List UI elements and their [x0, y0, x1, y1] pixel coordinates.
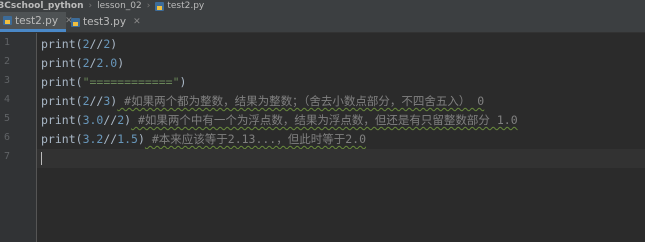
number-literal: 2 — [82, 94, 90, 108]
python-file-icon — [71, 17, 80, 27]
operator: // — [103, 113, 118, 127]
breadcrumb-folder[interactable]: lesson_02 — [97, 1, 142, 11]
paren: ( — [75, 94, 83, 108]
code-editor[interactable]: print(2//2) print(2/2.0) print("========… — [37, 33, 645, 242]
number-literal: 2.0 — [96, 56, 118, 70]
breadcrumb-file[interactable]: test2.py — [155, 1, 204, 11]
line-number: 7 — [3, 151, 10, 162]
text-caret — [41, 152, 42, 165]
breadcrumb-separator-icon: › — [88, 1, 93, 11]
function-name: print — [41, 132, 76, 146]
breadcrumb-folder-label: lesson_02 — [97, 1, 142, 11]
paren: ) — [110, 37, 118, 51]
comment: #如果两个中有一个为浮点数，结果为浮点数，但还是有只留整数部分 1.0 — [131, 113, 518, 127]
number-literal: 1.5 — [117, 132, 138, 146]
paren: ( — [75, 75, 83, 89]
code-line-3[interactable]: print("============") — [37, 73, 645, 92]
code-line-1[interactable]: print(2//2) — [37, 35, 645, 54]
paren: ( — [75, 56, 83, 70]
comment: #本来应该等于2.13...，但此时等于2.0 — [144, 132, 367, 146]
close-icon[interactable]: ✕ — [133, 17, 141, 27]
tab-label: test2.py — [15, 14, 59, 27]
paren: ( — [75, 113, 83, 127]
line-number: 3 — [3, 75, 10, 86]
number-literal: 2 — [82, 37, 90, 51]
paren: ) — [137, 132, 145, 146]
operator: // — [89, 37, 104, 51]
string-literal: "============" — [82, 75, 180, 89]
code-line-6[interactable]: print(3.2//1.5) #本来应该等于2.13...，但此时等于2.0 — [37, 130, 645, 149]
editor-tab-bar: test2.py ✕ test3.py ✕ — [0, 12, 645, 33]
number-literal: 3.2 — [82, 132, 104, 146]
breadcrumb-project[interactable]: 3Cschool_python — [0, 1, 84, 11]
breadcrumb-project-label: 3Cschool_python — [0, 1, 84, 11]
function-name: print — [41, 56, 76, 70]
breadcrumb-separator-icon: › — [146, 1, 151, 11]
function-name: print — [41, 94, 76, 108]
python-file-icon — [155, 1, 165, 11]
paren: ) — [117, 56, 125, 70]
line-number: 1 — [3, 37, 10, 48]
comment: #如果两个都为整数，结果为整数；（舍去小数点部分，不四舍五入） 0 — [117, 94, 485, 108]
tab-test2[interactable]: test2.py ✕ — [0, 12, 73, 32]
function-name: print — [41, 113, 76, 127]
number-literal: 2 — [82, 56, 90, 70]
line-number: 2 — [3, 56, 10, 67]
operator: // — [103, 132, 118, 146]
function-name: print — [41, 37, 76, 51]
number-literal: 3.0 — [82, 113, 104, 127]
breadcrumb-file-label: test2.py — [167, 1, 205, 11]
line-number: 5 — [3, 113, 10, 124]
paren: ( — [75, 132, 83, 146]
python-file-icon — [3, 16, 12, 25]
line-number: 4 — [3, 94, 10, 105]
paren: ( — [75, 37, 83, 51]
code-line-2[interactable]: print(2/2.0) — [37, 54, 645, 73]
line-number: 6 — [3, 132, 10, 143]
function-name: print — [41, 75, 76, 89]
paren: ) — [179, 75, 187, 89]
operator: // — [89, 94, 104, 108]
code-line-5[interactable]: print(3.0//2) #如果两个中有一个为浮点数，结果为浮点数，但还是有只… — [37, 111, 645, 130]
code-line-4[interactable]: print(2//3) #如果两个都为整数，结果为整数；（舍去小数点部分，不四舍… — [37, 92, 645, 111]
breadcrumb: 3Cschool_python › lesson_02 › test2.py — [0, 0, 645, 12]
line-number-gutter[interactable]: 1 2 3 4 5 6 7 — [0, 33, 37, 242]
tab-test3[interactable]: test3.py ✕ — [68, 12, 141, 32]
tab-label: test3.py — [83, 16, 127, 28]
code-line-7[interactable] — [37, 149, 645, 168]
